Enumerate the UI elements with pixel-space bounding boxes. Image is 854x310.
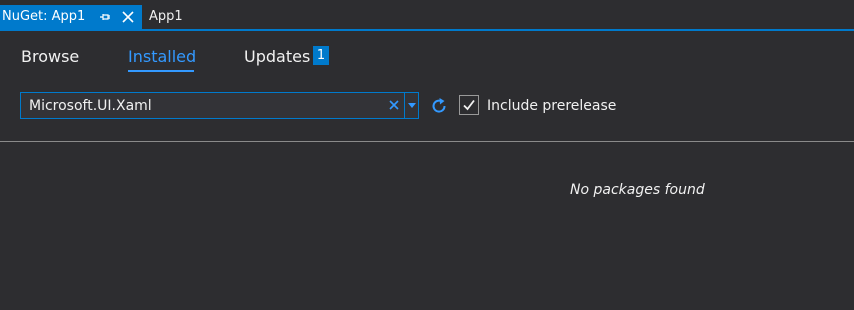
tab-nuget-app1[interactable]: NuGet: App1 xyxy=(0,5,142,29)
checkmark-icon xyxy=(463,99,475,111)
chevron-down-icon[interactable] xyxy=(408,103,416,108)
clear-icon[interactable] xyxy=(387,98,401,112)
search-divider xyxy=(404,93,405,118)
pin-icon[interactable] xyxy=(99,10,111,24)
selected-tab-indicator xyxy=(128,70,194,72)
include-prerelease-label: Include prerelease xyxy=(487,98,617,114)
tab-title: NuGet: App1 xyxy=(2,9,86,24)
document-tab-strip: NuGet: App1 App1 xyxy=(0,0,854,31)
tab-updates[interactable]: Updates xyxy=(244,47,310,66)
tab-title: App1 xyxy=(149,9,183,24)
tab-browse[interactable]: Browse xyxy=(21,47,79,66)
refresh-icon[interactable] xyxy=(430,97,448,115)
search-box xyxy=(20,92,419,119)
search-input[interactable] xyxy=(29,93,379,118)
updates-count-badge: 1 xyxy=(313,46,329,65)
tab-installed[interactable]: Installed xyxy=(128,47,196,66)
close-icon[interactable] xyxy=(121,10,135,24)
include-prerelease-checkbox[interactable] xyxy=(459,95,479,115)
empty-results-message: No packages found xyxy=(570,182,705,198)
divider xyxy=(0,141,854,142)
